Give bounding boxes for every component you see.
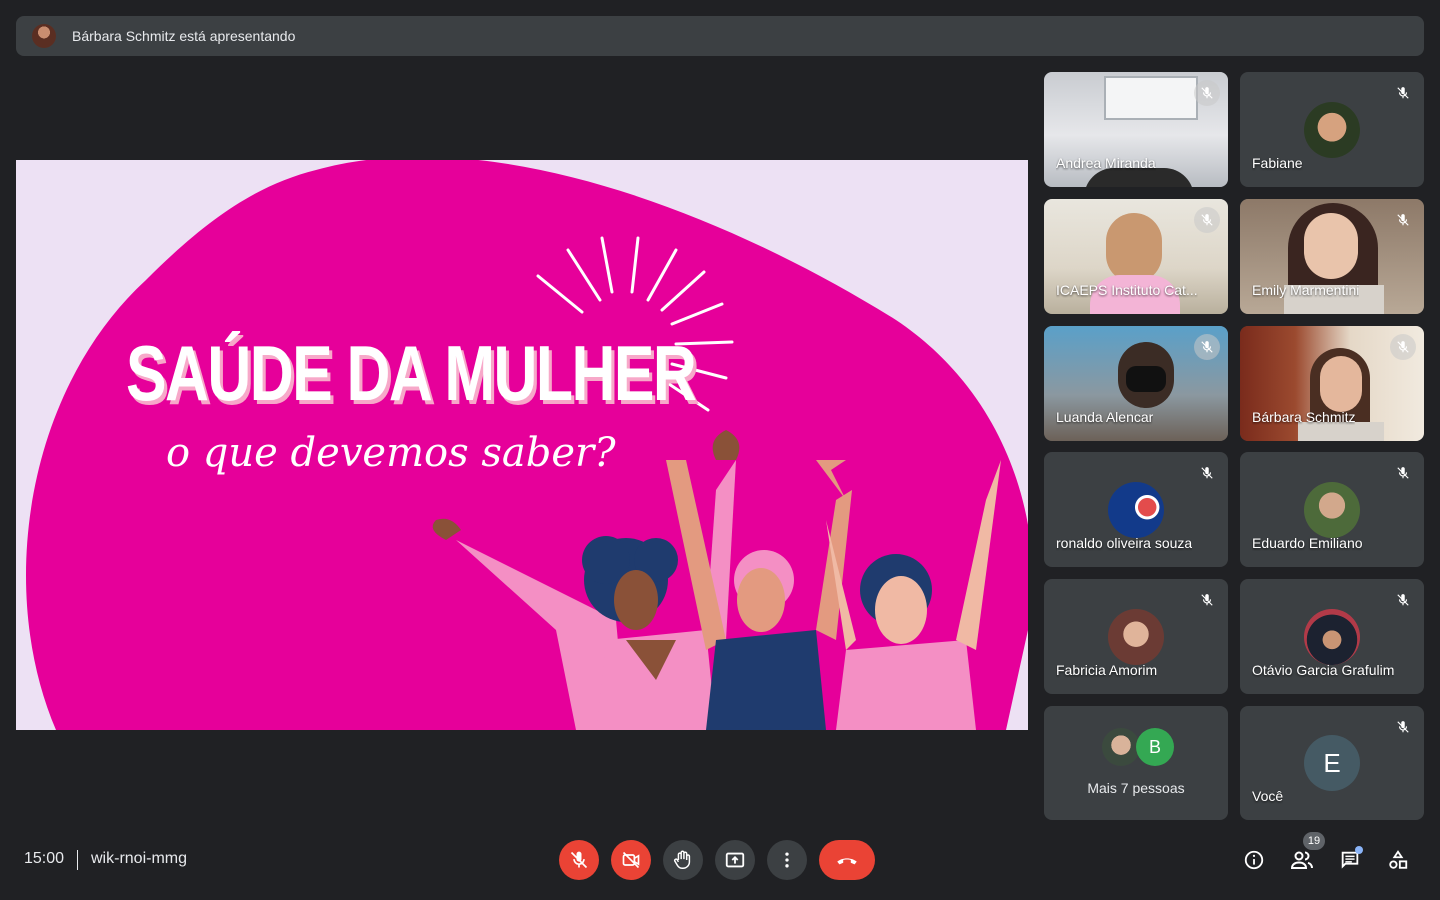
unread-dot	[1355, 846, 1363, 854]
participant-name: Eduardo Emiliano	[1252, 535, 1363, 551]
participant-name: ICAEPS Instituto Cat...	[1056, 282, 1198, 298]
hand-icon	[674, 850, 691, 869]
people-button[interactable]	[1290, 848, 1314, 872]
present-screen-icon	[725, 852, 745, 868]
present-screen-button[interactable]	[715, 840, 755, 880]
info-icon	[1244, 850, 1264, 870]
participant-name: ronaldo oliveira souza	[1056, 535, 1193, 551]
participant-tile[interactable]: Fabiane	[1240, 72, 1424, 187]
slide-title: SAÚDE DA MULHER	[126, 329, 697, 417]
participant-name: Você	[1252, 788, 1284, 804]
mic-off-icon	[1194, 334, 1220, 360]
participant-name: Emily Marmentini	[1252, 282, 1360, 298]
participant-name: Fabiane	[1252, 155, 1303, 171]
camera-toggle-button[interactable]	[611, 840, 651, 880]
call-end-icon	[837, 858, 857, 865]
presenter-avatar	[32, 24, 56, 48]
participant-name: Otávio Garcia Grafulim	[1252, 662, 1395, 678]
avatar	[1108, 482, 1164, 538]
bottom-control-bar: 15:00 wik-rnoi-mmg 19	[0, 820, 1440, 900]
presenter-text: Bárbara Schmitz está apresentando	[72, 28, 296, 44]
avatar	[1304, 609, 1360, 665]
person-head	[1304, 213, 1358, 279]
avatar-initial: E	[1304, 735, 1360, 791]
activities-button[interactable]	[1386, 848, 1410, 872]
participant-tile[interactable]: Bárbara Schmitz	[1240, 326, 1424, 441]
participant-tile[interactable]: Luanda Alencar	[1044, 326, 1228, 441]
participant-name: Fabricia Amorim	[1056, 662, 1158, 678]
meeting-details-button[interactable]	[1242, 848, 1266, 872]
raise-hand-button[interactable]	[663, 840, 703, 880]
more-people-label: Mais 7 pessoas	[1087, 780, 1185, 796]
person-head	[1106, 213, 1162, 283]
participant-tile[interactable]: Emily Marmentini	[1240, 199, 1424, 314]
leave-call-button[interactable]	[819, 840, 875, 880]
mic-off-icon	[1390, 80, 1416, 106]
participant-tile[interactable]: ICAEPS Instituto Cat...	[1044, 199, 1228, 314]
more-people-tile[interactable]: B Mais 7 pessoas	[1044, 706, 1228, 820]
window-frame	[1104, 76, 1198, 120]
mic-off-icon	[1390, 334, 1416, 360]
meeting-code: wik-rnoi-mmg	[91, 850, 187, 867]
mic-off-icon	[1390, 207, 1416, 233]
avatar	[1108, 609, 1164, 665]
divider	[77, 850, 78, 870]
more-options-button[interactable]	[767, 840, 807, 880]
more-vert-icon	[785, 852, 789, 868]
mic-off-icon	[1390, 460, 1416, 486]
people-count-badge: 19	[1303, 832, 1325, 850]
slide-subtitle: o que devemos saber?	[166, 430, 616, 476]
participant-tile[interactable]: Andrea Miranda	[1044, 72, 1228, 187]
mic-off-icon	[1194, 80, 1220, 106]
people-icon	[1290, 851, 1313, 869]
camera-off-icon	[622, 851, 640, 869]
participant-tile[interactable]: Otávio Garcia Grafulim	[1240, 579, 1424, 694]
avatar-initial: B	[1136, 728, 1174, 766]
mic-toggle-button[interactable]	[559, 840, 599, 880]
participant-tile[interactable]: ronaldo oliveira souza	[1044, 452, 1228, 567]
mic-off-icon	[1194, 207, 1220, 233]
participant-name: Andrea Miranda	[1056, 155, 1156, 171]
participant-name: Luanda Alencar	[1056, 409, 1154, 425]
meeting-time: 15:00	[24, 850, 65, 867]
presenter-banner: Bárbara Schmitz está apresentando	[16, 16, 1424, 56]
mic-off-icon	[1390, 714, 1416, 740]
self-tile[interactable]: E Você	[1240, 706, 1424, 820]
mic-off-icon	[1194, 587, 1220, 613]
face-mask	[1126, 366, 1166, 392]
mic-off-icon	[1390, 587, 1416, 613]
activities-icon	[1389, 850, 1408, 869]
mic-off-icon	[570, 851, 588, 869]
participant-name: Bárbara Schmitz	[1252, 409, 1356, 425]
presentation-slide: SAÚDE DA MULHER o que devemos saber?	[16, 160, 1028, 730]
avatar	[1304, 482, 1360, 538]
participant-tile[interactable]: Fabricia Amorim	[1044, 579, 1228, 694]
mic-off-icon	[1194, 460, 1220, 486]
participant-tile[interactable]: Eduardo Emiliano	[1240, 452, 1424, 567]
avatar	[1102, 728, 1140, 766]
avatar	[1304, 102, 1360, 158]
person-head	[1320, 356, 1362, 412]
